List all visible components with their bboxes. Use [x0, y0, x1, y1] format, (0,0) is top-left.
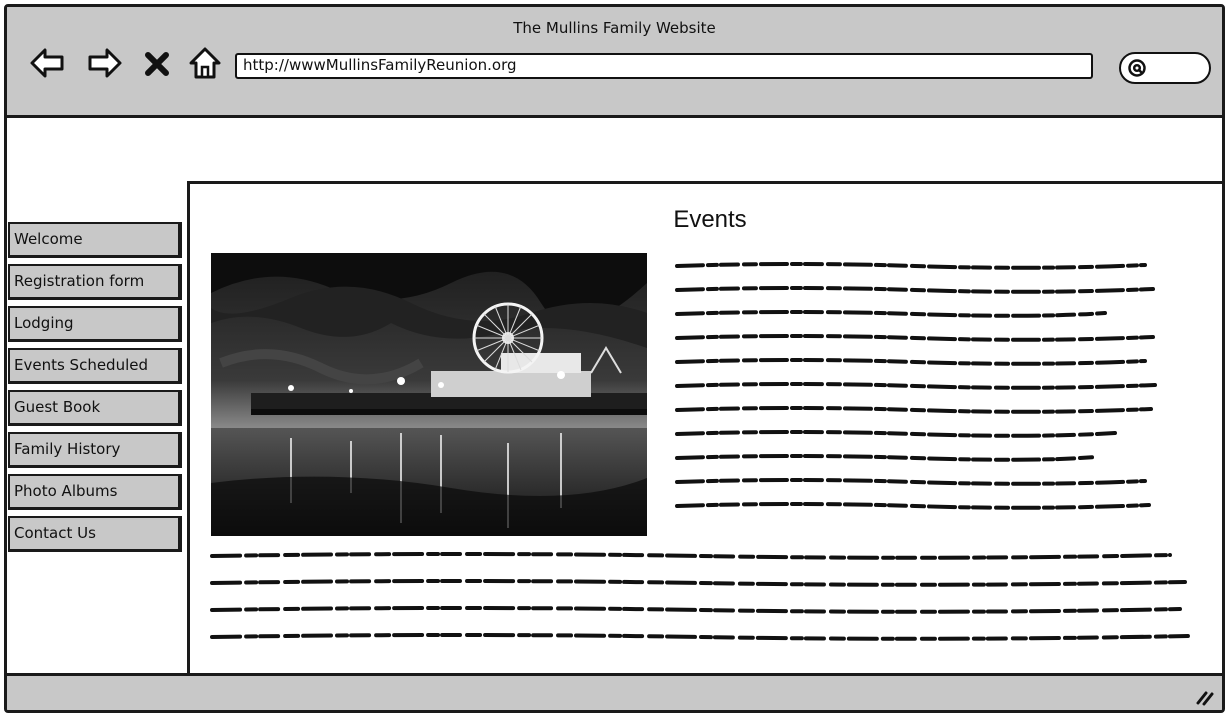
page-title: Events: [673, 206, 747, 233]
sidebar-item-lodging[interactable]: Lodging: [8, 306, 182, 342]
events-paragraph-placeholder: [675, 262, 1157, 510]
sidebar-item-photo-albums[interactable]: Photo Albums: [8, 474, 182, 510]
stop-icon: [145, 52, 169, 76]
sidebar-item-welcome[interactable]: Welcome: [8, 222, 182, 258]
resize-grip-icon[interactable]: [1192, 684, 1214, 706]
sidebar-item-events-scheduled[interactable]: Events Scheduled: [8, 348, 182, 384]
search-icon: [1128, 59, 1146, 77]
home-button[interactable]: [187, 45, 223, 81]
address-bar[interactable]: http://wwwMullinsFamilyReunion.org: [235, 53, 1093, 79]
sidebar-nav: Welcome Registration form Lodging Events…: [8, 222, 188, 558]
window-title: The Mullins Family Website: [513, 19, 716, 37]
content-panel: Events: [187, 181, 1222, 680]
status-bar: [7, 673, 1222, 710]
back-button[interactable]: [29, 45, 65, 81]
sidebar-item-registration-form[interactable]: Registration form: [8, 264, 182, 300]
forward-icon: [88, 48, 122, 78]
stop-button[interactable]: [143, 45, 171, 81]
sidebar-item-family-history[interactable]: Family History: [8, 432, 182, 468]
forward-button[interactable]: [87, 45, 123, 81]
sidebar-item-guest-book[interactable]: Guest Book: [8, 390, 182, 426]
search-button[interactable]: [1119, 52, 1211, 84]
sidebar-item-contact-us[interactable]: Contact Us: [8, 516, 182, 552]
events-paragraph-continued-placeholder: [210, 552, 1190, 641]
back-icon: [30, 48, 64, 78]
browser-toolbar: The Mullins Family Website http://wwwMul…: [7, 7, 1222, 118]
pier-photo: [211, 253, 647, 536]
home-icon: [189, 47, 221, 79]
